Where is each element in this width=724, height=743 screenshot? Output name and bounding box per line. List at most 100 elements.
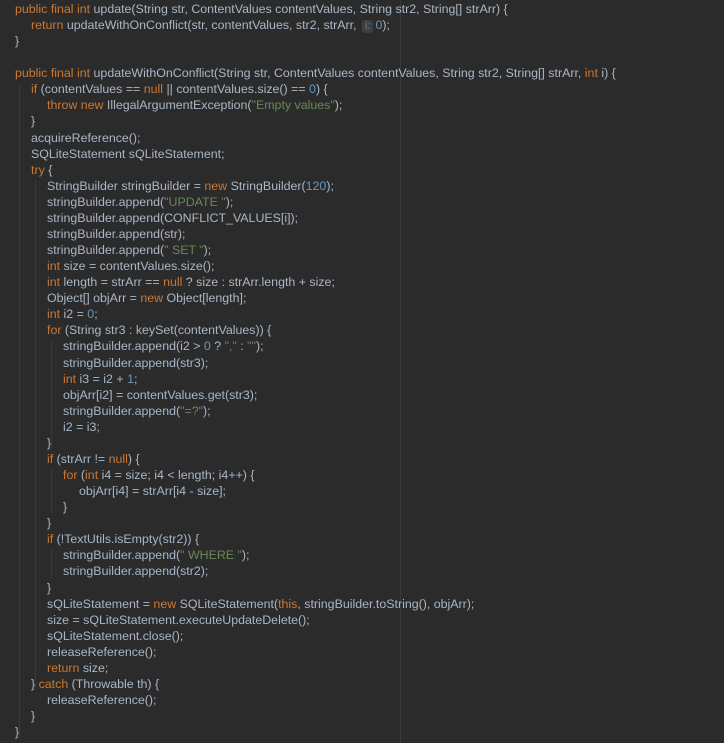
- code-token: Object[length];: [166, 291, 247, 306]
- code-line[interactable]: Object[] objArr = new Object[length];: [47, 290, 246, 306]
- code-token: updateWithOnConflict(str, contentValues,…: [66, 18, 360, 33]
- keyword-token: null: [143, 82, 167, 97]
- code-line[interactable]: stringBuilder.append("UPDATE ");: [47, 194, 233, 210]
- code-line[interactable]: int size = contentValues.size();: [47, 258, 214, 274]
- code-token: IllegalArgumentException(: [106, 98, 252, 113]
- string-literal: "UPDATE ": [164, 194, 226, 209]
- keyword-token: public final int: [15, 2, 94, 16]
- code-token: ?: [214, 339, 225, 354]
- code-token: );: [382, 18, 390, 33]
- code-token: i2 =: [63, 307, 88, 322]
- code-line[interactable]: return updateWithOnConflict(str, content…: [31, 17, 390, 34]
- code-line[interactable]: }: [31, 708, 35, 724]
- code-token: );: [326, 178, 334, 193]
- code-line[interactable]: stringBuilder.append(str2);: [63, 563, 208, 579]
- code-line[interactable]: try {: [31, 162, 52, 178]
- code-line[interactable]: sQLiteStatement = new SQLiteStatement(th…: [47, 596, 474, 612]
- code-line[interactable]: i2 = i3;: [63, 419, 100, 435]
- code-line[interactable]: }: [15, 33, 19, 49]
- code-token: );: [203, 243, 212, 258]
- code-line[interactable]: int length = strArr == null ? size : str…: [47, 274, 335, 290]
- code-line[interactable]: releaseReference();: [47, 692, 157, 708]
- code-line[interactable]: StringBuilder stringBuilder = new String…: [47, 178, 334, 194]
- code-line[interactable]: }: [47, 580, 51, 596]
- code-token: stringBuilder.append(str);: [47, 226, 186, 241]
- code-token: stringBuilder.append(: [47, 243, 165, 258]
- code-line[interactable]: if (!TextUtils.isEmpty(str2)) {: [47, 531, 199, 547]
- code-token: releaseReference();: [47, 644, 157, 659]
- code-line[interactable]: objArr[i2] = contentValues.get(str3);: [63, 387, 257, 403]
- code-line[interactable]: return size;: [47, 660, 108, 676]
- code-line[interactable]: SQLiteStatement sQLiteStatement;: [31, 146, 225, 162]
- keyword-token: try: [31, 162, 49, 177]
- keyword-token: null: [163, 275, 186, 290]
- code-token: releaseReference();: [47, 693, 157, 707]
- keyword-token: new: [140, 291, 167, 306]
- code-editor[interactable]: public final int update(String str, Cont…: [0, 0, 724, 743]
- code-token: SQLiteStatement sQLiteStatement;: [31, 146, 225, 161]
- code-line[interactable]: acquireReference();: [31, 130, 141, 146]
- keyword-token: int: [85, 468, 102, 483]
- code-token: (strArr !=: [56, 451, 109, 466]
- code-token: ) {: [127, 451, 140, 466]
- code-line[interactable]: stringBuilder.append(CONFLICT_VALUES[i])…: [47, 210, 298, 226]
- code-line[interactable]: for (String str3 : keySet(contentValues)…: [47, 322, 271, 338]
- keyword-token: return: [31, 18, 67, 33]
- code-token: );: [241, 548, 250, 563]
- code-line[interactable]: releaseReference();: [47, 644, 157, 660]
- code-token: i4 = size; i4 < length; i4++) {: [101, 468, 255, 483]
- code-line[interactable]: stringBuilder.append(str3);: [63, 355, 208, 371]
- indent-guide: [35, 179, 36, 690]
- keyword-token: for: [63, 468, 81, 483]
- code-token: acquireReference();: [31, 130, 141, 145]
- keyword-token: int: [47, 307, 64, 322]
- code-line[interactable]: if (strArr != null) {: [47, 451, 140, 467]
- keyword-token: new: [153, 596, 180, 611]
- code-token: size = contentValues.size();: [63, 259, 215, 274]
- right-margin-guide: [400, 0, 401, 743]
- code-line[interactable]: objArr[i4] = strArr[i4 - size];: [79, 483, 226, 499]
- code-line[interactable]: stringBuilder.append(" WHERE ");: [63, 547, 250, 563]
- code-token: (Throwable th) {: [71, 676, 160, 691]
- code-token: (String str3 : keySet(contentValues)) {: [64, 323, 272, 338]
- string-literal: ",": [224, 339, 241, 354]
- code-line[interactable]: int i3 = i2 + 1;: [63, 371, 137, 387]
- keyword-token: public final int: [15, 66, 94, 81]
- code-line[interactable]: if (contentValues == null || contentValu…: [31, 81, 328, 97]
- code-token: stringBuilder.append(: [63, 548, 181, 563]
- code-token: stringBuilder.append(: [47, 194, 165, 209]
- code-line[interactable]: stringBuilder.append(" SET ");: [47, 242, 211, 258]
- code-token: i2 = i3;: [63, 419, 100, 434]
- code-token: stringBuilder.append(i2 >: [63, 339, 204, 354]
- code-line[interactable]: throw new IllegalArgumentException("Empt…: [47, 97, 342, 113]
- code-token: );: [255, 339, 264, 354]
- code-line[interactable]: sQLiteStatement.close();: [47, 628, 183, 644]
- code-token: stringBuilder.append(CONFLICT_VALUES[i])…: [47, 210, 299, 225]
- code-line[interactable]: }: [31, 113, 35, 129]
- code-line[interactable]: stringBuilder.append("=?");: [63, 403, 211, 419]
- code-line[interactable]: int i2 = 0;: [47, 306, 98, 322]
- code-token: }: [15, 34, 20, 49]
- code-token: ;: [94, 307, 98, 322]
- code-token: sQLiteStatement.close();: [47, 628, 184, 643]
- keyword-token: throw new: [47, 98, 107, 113]
- code-line[interactable]: stringBuilder.append(str);: [47, 226, 185, 242]
- code-token: }: [47, 516, 52, 531]
- code-line[interactable]: }: [47, 515, 51, 531]
- code-line[interactable]: }: [63, 499, 67, 515]
- code-line[interactable]: public final int update(String str, Cont…: [15, 1, 508, 17]
- code-token: size = sQLiteStatement.executeUpdateDele…: [47, 612, 310, 627]
- code-token: sQLiteStatement =: [47, 596, 154, 611]
- code-line[interactable]: size = sQLiteStatement.executeUpdateDele…: [47, 612, 310, 628]
- keyword-token: new: [204, 178, 231, 193]
- code-line[interactable]: public final int updateWithOnConflict(St…: [15, 65, 616, 81]
- code-token: {: [48, 162, 53, 177]
- code-line[interactable]: for (int i4 = size; i4 < length; i4++) {: [63, 467, 255, 483]
- code-line[interactable]: stringBuilder.append(i2 > 0 ? "," : "");: [63, 338, 264, 354]
- keyword-token: null: [108, 451, 128, 466]
- string-literal: "=?": [180, 403, 204, 418]
- keyword-token: for: [47, 323, 65, 338]
- code-line[interactable]: } catch (Throwable th) {: [31, 676, 159, 692]
- number-literal: 1: [127, 371, 134, 386]
- code-token: );: [334, 98, 343, 113]
